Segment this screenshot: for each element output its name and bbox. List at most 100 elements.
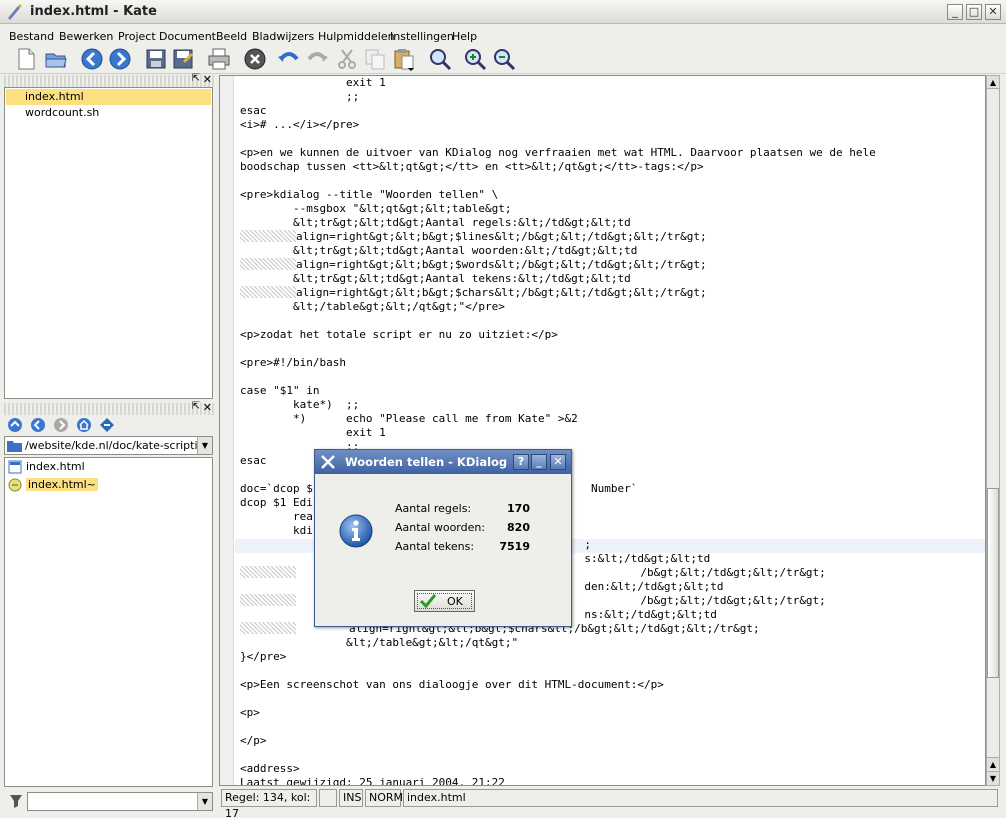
code-line-text: &lt;tr&gt;&lt;td&gt;Aantal woorden:&lt;/… xyxy=(240,244,638,257)
dialog-row-label: Aantal regels: xyxy=(395,502,472,515)
filebrowser-panel-header[interactable]: ⇱ ✕ xyxy=(4,401,214,415)
minimize-icon[interactable]: _ xyxy=(531,454,547,470)
close-panel-icon[interactable]: ✕ xyxy=(203,401,212,414)
wrap-indicator xyxy=(240,258,296,270)
ok-button[interactable]: OK xyxy=(414,590,475,612)
ok-label: OK xyxy=(447,595,463,608)
cut-icon[interactable] xyxy=(335,47,359,71)
save-icon[interactable] xyxy=(144,47,168,71)
menu-help[interactable]: Help xyxy=(452,28,477,43)
code-line: --msgbox "&lt;qt&gt;&lt;table&gt; xyxy=(240,202,876,216)
menu-hulpmiddelen[interactable]: Hulpmiddelen xyxy=(318,28,395,43)
back-icon[interactable] xyxy=(30,417,46,433)
undo-icon[interactable] xyxy=(277,47,301,71)
code-line-text: <p>en we kunnen de uitvoer van KDialog n… xyxy=(240,146,876,159)
close-panel-icon[interactable]: ✕ xyxy=(203,73,212,86)
find-icon[interactable] xyxy=(428,47,452,71)
html-file-icon xyxy=(8,460,22,474)
menu-document[interactable]: Document xyxy=(159,28,216,43)
print-icon[interactable] xyxy=(207,47,231,71)
menu-bewerken[interactable]: Bewerken xyxy=(59,28,113,43)
undock-icon[interactable]: ⇱ xyxy=(192,73,200,84)
code-editor[interactable]: exit 1 ;; esac <i># ...</i></pre> <p>en we … xyxy=(219,75,986,786)
code-line: <p> xyxy=(240,706,876,720)
home-icon[interactable] xyxy=(76,417,92,433)
vertical-scrollbar[interactable]: ▲ ▲ ▼ xyxy=(986,75,1000,786)
code-line: exit 1 xyxy=(240,76,876,90)
scroll-down-icon[interactable]: ▼ xyxy=(987,771,999,785)
menu-bladwijzers[interactable]: Bladwijzers xyxy=(252,28,314,43)
up-icon[interactable] xyxy=(7,417,23,433)
dialog-title: Woorden tellen - KDialog xyxy=(345,455,508,469)
path-combobox[interactable]: /website/kde.nl/doc/kate-scripting/ ▼ xyxy=(4,436,213,455)
stop-icon[interactable] xyxy=(243,47,267,71)
kate-app-icon xyxy=(8,4,22,20)
file-list-item[interactable]: index.html xyxy=(6,459,85,475)
close-window-icon[interactable]: ✕ xyxy=(985,4,1001,20)
document-list-item[interactable]: wordcount.sh xyxy=(6,105,211,121)
code-line: <pre>kdialog --title "Woorden tellen" \ xyxy=(240,188,876,202)
dialog-row-label: Aantal tekens: xyxy=(395,540,475,553)
code-line: <pre>#!/bin/bash xyxy=(240,356,876,370)
forward-icon[interactable] xyxy=(53,417,69,433)
new-document-icon[interactable] xyxy=(14,47,38,71)
scrollbar-thumb[interactable] xyxy=(987,488,999,678)
chevron-down-icon[interactable]: ▼ xyxy=(197,793,212,810)
zoom-out-icon[interactable] xyxy=(492,47,516,71)
scroll-up-icon[interactable]: ▲ xyxy=(987,76,999,89)
code-line-text: &lt;/table&gt;&lt;/qt&gt;"</pre> xyxy=(240,300,505,313)
scroll-up-icon[interactable]: ▲ xyxy=(987,757,999,770)
code-line: <p>zodat het totale script er nu zo uitz… xyxy=(240,328,876,342)
cursor-position: Regel: 134, kol: 17 xyxy=(221,789,317,818)
filter-input[interactable]: ▼ xyxy=(27,792,213,811)
help-icon[interactable]: ? xyxy=(513,454,529,470)
documents-panel-header[interactable]: ⇱ ✕ xyxy=(4,73,214,87)
zoom-in-icon[interactable] xyxy=(463,47,487,71)
menu-bestand[interactable]: Bestand xyxy=(9,28,54,43)
menu-beeld[interactable]: Beeld xyxy=(216,28,247,43)
document-list-item[interactable]: index.html xyxy=(6,89,211,105)
file-name: index.html xyxy=(26,460,85,473)
code-line-text: <p>Een screenschot van ons dialoogje ove… xyxy=(240,678,664,691)
copy-icon[interactable] xyxy=(363,47,387,71)
dialog-title-bar[interactable]: Woorden tellen - KDialog ? _ ✕ xyxy=(315,450,571,474)
minimize-icon[interactable]: _ xyxy=(947,4,963,20)
code-line: align=right&gt;&lt;b&gt;$lines&lt;/b&gt;… xyxy=(240,230,876,244)
maximize-icon[interactable]: □ xyxy=(966,4,982,20)
wrap-indicator xyxy=(240,566,296,578)
kdialog-window: Woorden tellen - KDialog ? _ ✕ Aantal re… xyxy=(314,449,572,627)
menu-instellingen[interactable]: Instellingen xyxy=(390,28,454,43)
code-line: <i># ...</i></pre> xyxy=(240,118,876,132)
code-line-text: --msgbox "&lt;qt&gt;&lt;table&gt; xyxy=(240,202,512,215)
back-icon[interactable] xyxy=(80,47,104,71)
code-line: exit 1 xyxy=(240,426,876,440)
code-text[interactable]: exit 1 ;; esac <i># ...</i></pre> <p>en we … xyxy=(240,76,876,786)
menu-project[interactable]: Project xyxy=(118,28,156,43)
redo-icon[interactable] xyxy=(305,47,329,71)
save-as-icon[interactable] xyxy=(171,47,195,71)
paste-icon[interactable] xyxy=(392,47,416,71)
file-list-item[interactable]: index.html~ xyxy=(6,477,98,493)
filter-icon[interactable] xyxy=(8,793,24,809)
code-line-text: Laatst gewijzigd: 25 januari 2004, 21:22 xyxy=(240,776,505,786)
code-line-text: &lt;/table&gt;&lt;/qt&gt;" xyxy=(240,636,519,649)
code-line-text: dcop $1 Edi xyxy=(240,496,313,509)
forward-icon[interactable] xyxy=(108,47,132,71)
wrap-indicator xyxy=(240,594,296,606)
dialog-row-value: 7519 xyxy=(499,540,530,553)
insert-mode[interactable]: INS xyxy=(339,789,363,807)
info-icon xyxy=(339,514,373,548)
sync-icon[interactable] xyxy=(99,417,115,433)
window-title: index.html - Kate xyxy=(30,4,157,19)
title-bar: index.html - Kate _ □ ✕ xyxy=(0,0,1006,24)
chevron-down-icon[interactable]: ▼ xyxy=(197,437,212,454)
close-icon[interactable]: ✕ xyxy=(550,454,566,470)
file-name: index.html~ xyxy=(26,478,98,491)
open-icon[interactable] xyxy=(44,47,68,71)
undock-icon[interactable]: ⇱ xyxy=(192,401,200,412)
code-line: Laatst gewijzigd: 25 januari 2004, 21:22 xyxy=(240,776,876,786)
code-line-text: <address> xyxy=(240,762,300,775)
